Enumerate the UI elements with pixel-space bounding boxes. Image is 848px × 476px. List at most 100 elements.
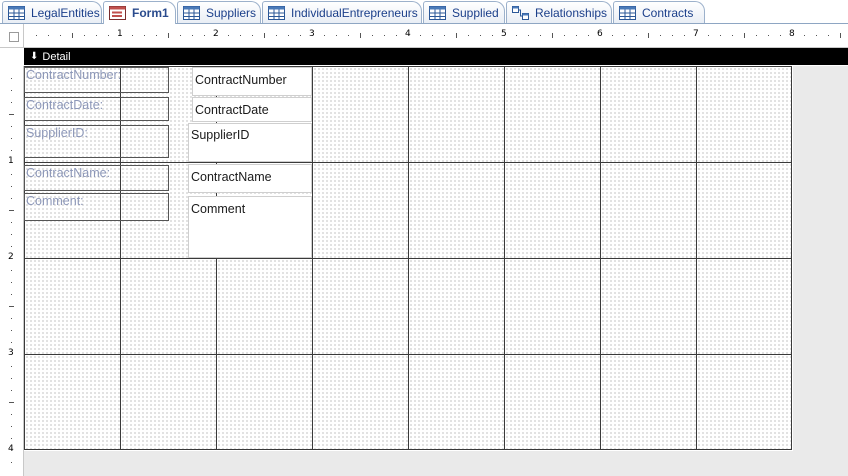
ruler-dot	[11, 390, 12, 391]
ruler-dot	[11, 78, 12, 79]
ruler-dot	[816, 35, 817, 36]
table-icon	[268, 5, 285, 20]
ruler-dot	[528, 35, 529, 36]
table-icon	[429, 5, 446, 20]
ruler-dot	[336, 35, 337, 36]
form-selector[interactable]	[0, 24, 24, 48]
ruler-dot	[300, 35, 301, 36]
ruler-dot	[11, 318, 12, 319]
tab-label: Supplied	[452, 5, 499, 20]
ruler-dot	[804, 35, 805, 36]
ruler-dot	[11, 234, 12, 235]
ruler-tick	[9, 306, 14, 307]
ruler-dot	[11, 102, 12, 103]
tab-label: LegalEntities	[31, 5, 100, 20]
ruler-dot	[11, 126, 12, 127]
textbox-contractnumber[interactable]: ContractNumber	[192, 67, 312, 96]
ruler-dot	[756, 35, 757, 36]
ruler-dot	[11, 174, 12, 175]
form-selector-square	[9, 32, 19, 42]
ruler-dot	[11, 90, 12, 91]
table-icon	[8, 5, 25, 20]
textbox-supplierid[interactable]: SupplierID	[188, 123, 312, 162]
ruler-dot	[11, 414, 12, 415]
ruler-dot	[324, 35, 325, 36]
ruler-dot	[180, 35, 181, 36]
ruler-number: 4	[405, 29, 411, 39]
label-supplierid[interactable]: SupplierID:	[24, 125, 169, 158]
ruler-dot	[492, 35, 493, 36]
ruler-number: 1	[8, 156, 14, 166]
form-icon	[109, 6, 126, 20]
tab-relationships[interactable]: Relationships	[506, 1, 612, 23]
ruler-dot	[732, 35, 733, 36]
ruler-dot	[384, 35, 385, 36]
tab-suppliers[interactable]: Suppliers	[177, 1, 261, 23]
textbox-contractdate[interactable]: ContractDate	[192, 97, 312, 122]
ruler-dot	[468, 35, 469, 36]
ruler-dot	[144, 35, 145, 36]
ruler-tick	[552, 33, 553, 38]
label-contractname[interactable]: ContractName:	[24, 165, 169, 191]
ruler-dot	[96, 35, 97, 36]
ruler-dot	[540, 35, 541, 36]
ruler-dot	[11, 222, 12, 223]
tab-form1[interactable]: Form1	[103, 1, 176, 24]
ruler-dot	[11, 330, 12, 331]
ruler-number: 1	[117, 29, 123, 39]
ruler-number: 3	[8, 348, 14, 358]
ruler-number: 2	[213, 29, 219, 39]
ruler-tick	[264, 33, 265, 38]
design-grid[interactable]: ContractNumber: ContractDate: SupplierID…	[24, 66, 792, 450]
ruler-dot	[252, 35, 253, 36]
tab-label: Suppliers	[206, 5, 257, 20]
label-comment[interactable]: Comment:	[24, 193, 169, 221]
vertical-ruler[interactable]: 1 2 3 4	[0, 66, 24, 476]
ruler-dot	[576, 35, 577, 36]
relationships-icon	[512, 5, 529, 20]
ruler-dot	[480, 35, 481, 36]
ruler-dot	[516, 35, 517, 36]
ruler-tick	[72, 33, 73, 38]
ruler-tick	[456, 33, 457, 38]
tab-individualentrepreneurs[interactable]: IndividualEntrepreneurs	[262, 1, 422, 23]
ruler-dot	[11, 426, 12, 427]
ruler-dot	[48, 35, 49, 36]
label-contractnumber[interactable]: ContractNumber:	[24, 67, 169, 93]
ruler-number: 7	[693, 29, 699, 39]
ruler-number: 4	[8, 444, 14, 454]
detail-section-bar[interactable]: ⬇ Detail	[24, 48, 848, 65]
ruler-tick	[744, 33, 745, 38]
ruler-dot	[672, 35, 673, 36]
tab-label: Relationships	[535, 5, 608, 20]
ruler-dot	[612, 35, 613, 36]
tab-supplied[interactable]: Supplied	[423, 1, 505, 23]
ruler-dot	[11, 270, 12, 271]
section-expand-icon: ⬇	[30, 51, 39, 62]
label-contractdate[interactable]: ContractDate:	[24, 97, 169, 121]
ruler-tick	[9, 402, 14, 403]
ruler-dot	[396, 35, 397, 36]
tab-legalentities[interactable]: LegalEntities	[2, 1, 102, 23]
ruler-dot	[11, 366, 12, 367]
section-label: Detail	[42, 50, 71, 63]
ruler-dot	[240, 35, 241, 36]
horizontal-ruler[interactable]: 1 2 3 4 5 6 7 8	[24, 24, 848, 48]
table-icon	[183, 5, 200, 20]
ruler-dot	[564, 35, 565, 36]
textbox-contractname[interactable]: ContractName	[188, 164, 312, 193]
ruler-dot	[348, 35, 349, 36]
ruler-dot	[60, 35, 61, 36]
ruler-tick	[168, 33, 169, 38]
ruler-tick	[9, 210, 14, 211]
textbox-comment[interactable]: Comment	[188, 196, 312, 258]
ruler-dot	[11, 246, 12, 247]
ruler-dot	[132, 35, 133, 36]
ruler-number: 3	[309, 29, 315, 39]
grid-line	[24, 258, 792, 259]
tab-contracts[interactable]: Contracts	[613, 1, 705, 23]
ruler-dot	[660, 35, 661, 36]
ruler-dot	[768, 35, 769, 36]
document-tab-bar: LegalEntities Form1 Suppliers Individual…	[0, 0, 848, 24]
ruler-tick	[9, 114, 14, 115]
